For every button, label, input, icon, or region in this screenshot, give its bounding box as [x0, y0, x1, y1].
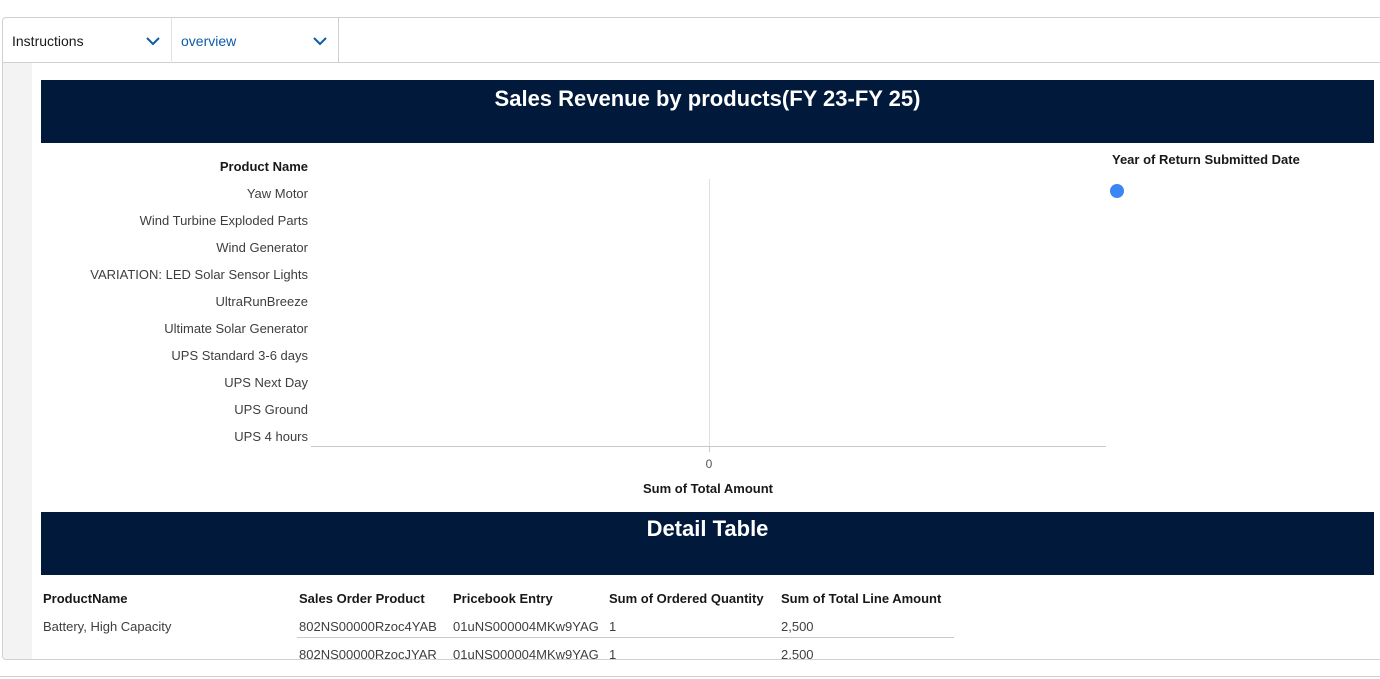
- x-axis-label: Sum of Total Amount: [643, 481, 773, 496]
- tab-overview-label: overview: [181, 32, 237, 49]
- table-cell: 802NS00000RzocJYAR: [299, 647, 437, 660]
- legend-marker[interactable]: [1110, 184, 1124, 198]
- tab-instructions[interactable]: Instructions: [3, 18, 171, 63]
- dashboard-content: Sales Revenue by products(FY 23-FY 25) P…: [2, 63, 1380, 660]
- y-axis-category-label: Yaw Motor: [246, 186, 308, 201]
- table-cell: 802NS00000Rzoc4YAB: [299, 619, 437, 634]
- chevron-down-icon[interactable]: [145, 35, 161, 47]
- column-header-ordered-quantity[interactable]: Sum of Ordered Quantity: [609, 591, 764, 606]
- legend-title: Year of Return Submitted Date: [1112, 152, 1300, 167]
- bottom-border: [0, 676, 1380, 677]
- table-cell: 01uNS000004MKw9YAG: [453, 619, 599, 634]
- y-axis-header: Product Name: [219, 159, 308, 174]
- y-axis-category-label: UPS 4 hours: [234, 429, 308, 444]
- x-axis-tick: [709, 446, 710, 452]
- y-axis-category-label: VARIATION: LED Solar Sensor Lights: [90, 267, 308, 282]
- detail-banner-title: Detail Table: [41, 512, 1374, 575]
- left-gutter: [3, 63, 32, 659]
- tab-instructions-label: Instructions: [12, 32, 84, 49]
- y-axis-category-label: Wind Turbine Exploded Parts: [139, 213, 308, 228]
- table-cell: Battery, High Capacity: [43, 619, 172, 634]
- row-divider: [297, 637, 954, 638]
- table-cell: 2,500: [781, 647, 814, 660]
- column-header-sales-order-product[interactable]: Sales Order Product: [299, 591, 425, 606]
- y-axis-category-label: Wind Generator: [216, 240, 308, 255]
- tab-bar: Instructions overview: [2, 17, 1380, 63]
- column-header-total-line-amount[interactable]: Sum of Total Line Amount: [781, 591, 941, 606]
- zero-gridline: [709, 179, 710, 451]
- y-axis-category-label: UltraRunBreeze: [215, 294, 309, 309]
- y-axis-category-label: UPS Standard 3-6 days: [171, 348, 308, 363]
- chevron-down-icon[interactable]: [312, 35, 328, 47]
- chart-banner-title: Sales Revenue by products(FY 23-FY 25): [41, 80, 1374, 143]
- column-header-pricebook-entry[interactable]: Pricebook Entry: [453, 591, 553, 606]
- table-cell: 1: [609, 647, 617, 660]
- y-axis-category-label: Ultimate Solar Generator: [164, 321, 308, 336]
- table-cell: 2,500: [781, 619, 814, 634]
- column-header-productname[interactable]: ProductName: [43, 591, 128, 606]
- tab-overview[interactable]: overview: [171, 18, 339, 63]
- y-axis-category-label: UPS Ground: [234, 402, 308, 417]
- y-axis-category-label: UPS Next Day: [224, 375, 308, 390]
- x-tick-label: 0: [705, 457, 713, 471]
- table-cell: 1: [609, 619, 617, 634]
- table-cell: 01uNS000004MKw9YAG: [453, 647, 599, 660]
